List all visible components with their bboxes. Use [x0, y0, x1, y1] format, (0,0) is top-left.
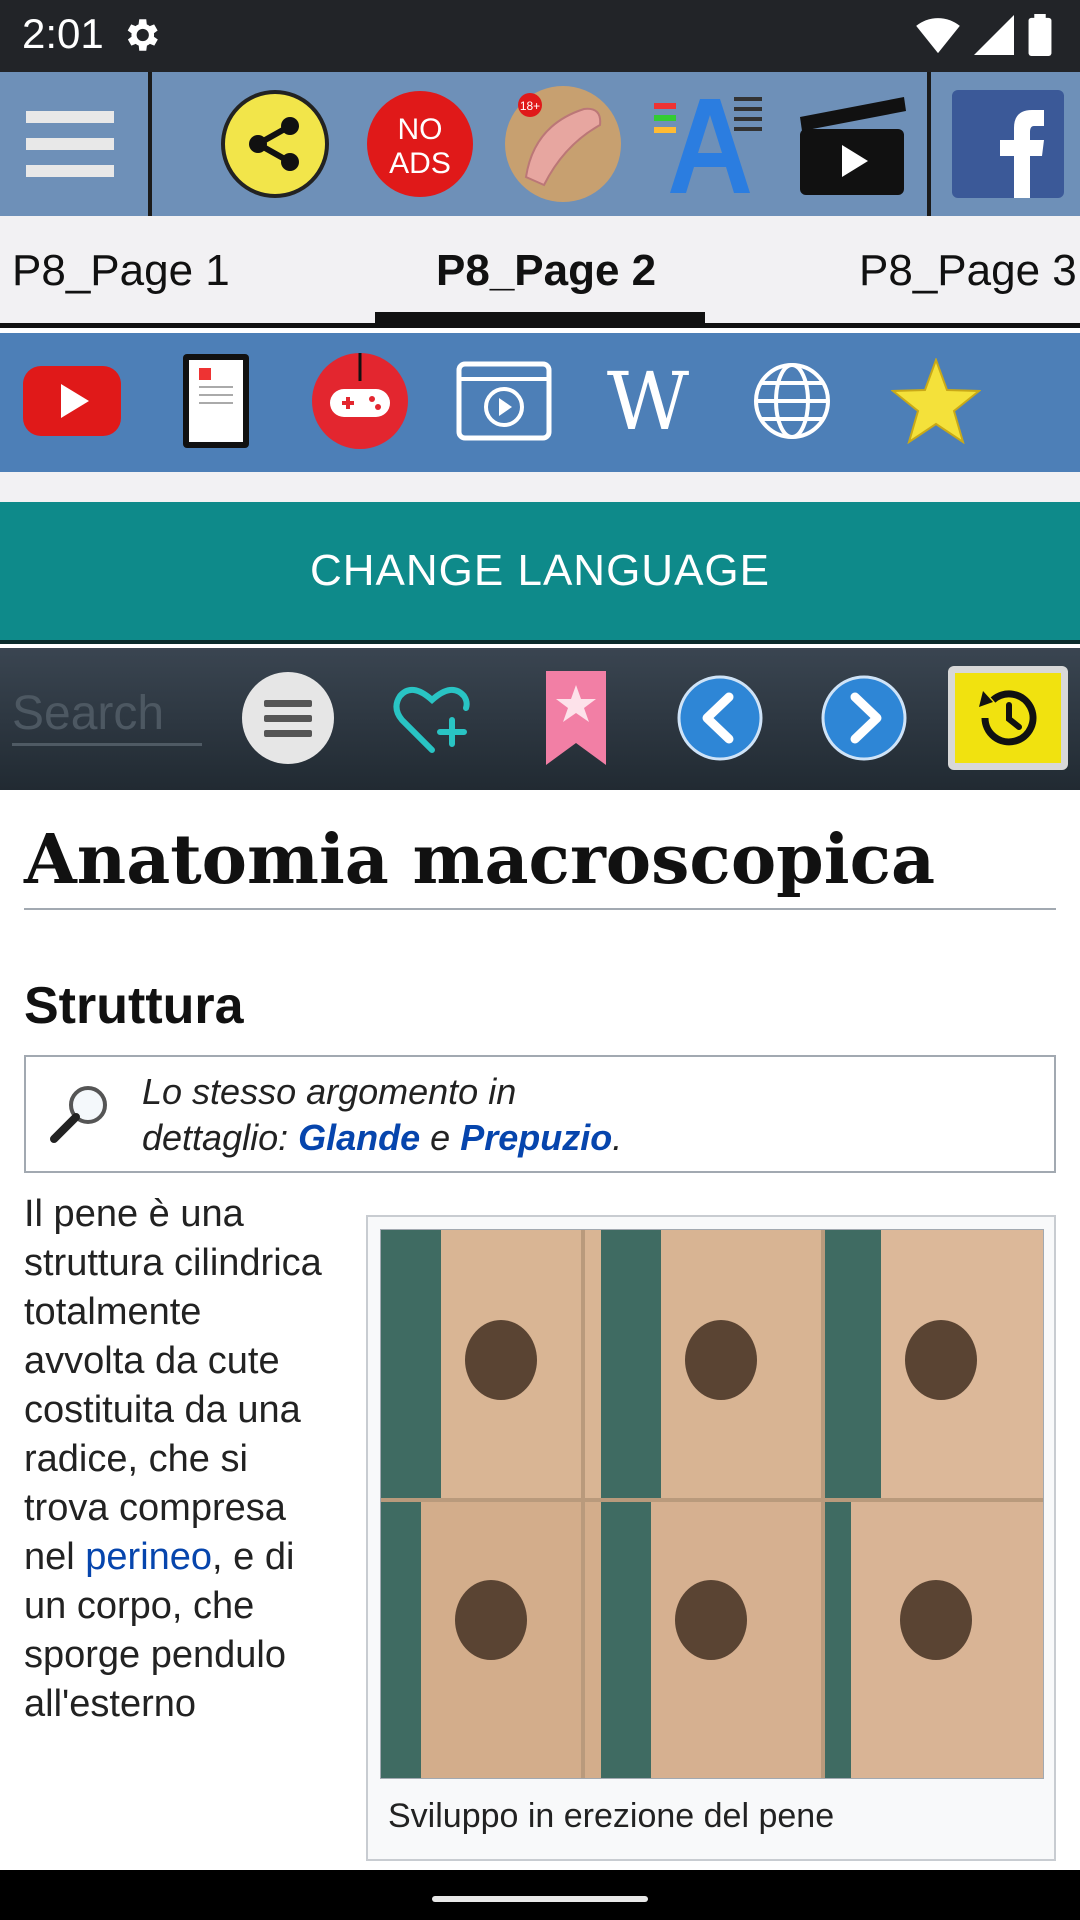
facebook-icon[interactable] [948, 84, 1068, 204]
search-toolbar [0, 648, 1080, 790]
youtube-icon[interactable] [22, 351, 122, 451]
wikipedia-icon[interactable]: W [598, 351, 698, 451]
svg-text:ADS: ADS [389, 147, 451, 180]
spacer [0, 472, 1080, 502]
top-toolbar: NO ADS 18+ [0, 72, 1080, 216]
note-text: Lo stesso argomento in dettaglio: Glande… [142, 1069, 662, 1161]
link-perineo[interactable]: perineo [85, 1536, 212, 1578]
wikipedia-label: W [606, 354, 690, 448]
article-content: Anatomia macroscopica Struttura Lo stess… [0, 790, 1080, 1870]
home-gesture-handle[interactable] [432, 1896, 648, 1902]
status-bar: 2:01 [0, 0, 1080, 72]
font-size-icon[interactable] [648, 84, 768, 204]
figure-image[interactable] [380, 1229, 1044, 1779]
active-tab-indicator [375, 312, 705, 324]
toolbar-divider [927, 72, 931, 216]
anatomy-icon[interactable]: 18+ [503, 84, 623, 204]
link-glande[interactable]: Glande [298, 1117, 420, 1158]
heart-add-icon[interactable] [382, 668, 482, 768]
figure-caption: Sviluppo in erezione del pene [388, 1797, 835, 1835]
article-paragraph: Il pene è una struttura cilindrica total… [24, 1190, 324, 1729]
wifi-icon [916, 15, 960, 60]
share-icon[interactable] [215, 84, 335, 204]
figure: Sviluppo in erezione del pene [366, 1215, 1056, 1861]
navigation-bar [0, 1870, 1080, 1920]
history-icon[interactable] [948, 666, 1068, 770]
tab-page-3[interactable]: P8_Page 3 [859, 246, 1077, 296]
ebook-icon[interactable] [166, 351, 266, 451]
paragraph-text-start: Il pene è una struttura cilindrica total… [24, 1193, 322, 1578]
no-ads-icon[interactable]: NO ADS [360, 84, 480, 204]
note-conjunction: e [420, 1117, 461, 1158]
star-icon[interactable] [886, 351, 986, 451]
section-title: Struttura [24, 977, 244, 1035]
list-icon[interactable] [238, 668, 338, 768]
svg-text:NO: NO [398, 113, 443, 146]
video-player-icon[interactable] [454, 351, 554, 451]
svg-text:18+: 18+ [520, 99, 540, 113]
search-input[interactable] [12, 684, 202, 746]
change-language-button[interactable]: CHANGE LANGUAGE [0, 502, 1080, 644]
magnifier-icon [48, 1081, 112, 1150]
bookmark-icon[interactable] [526, 668, 626, 768]
page-tabs: P8_Page 1 P8_Page 2 P8_Page 3 [0, 216, 1080, 328]
globe-icon[interactable] [742, 351, 842, 451]
link-prepuzio[interactable]: Prepuzio [460, 1117, 612, 1158]
tab-page-2[interactable]: P8_Page 2 [436, 246, 656, 296]
menu-icon[interactable] [10, 84, 130, 204]
back-icon[interactable] [670, 668, 770, 768]
note-suffix: . [612, 1117, 623, 1158]
video-icon[interactable] [792, 84, 912, 204]
toolbar-divider [148, 72, 152, 216]
secondary-toolbar: W [0, 333, 1080, 472]
status-time: 2:01 [22, 10, 104, 57]
forward-icon[interactable] [814, 668, 914, 768]
gamepad-icon[interactable] [310, 351, 410, 451]
tab-page-1[interactable]: P8_Page 1 [12, 246, 230, 296]
battery-icon [1028, 14, 1052, 61]
see-also-note: Lo stesso argomento in dettaglio: Glande… [24, 1055, 1056, 1173]
gear-icon [120, 14, 162, 61]
signal-icon [974, 15, 1014, 60]
page-title: Anatomia macroscopica [24, 820, 1056, 910]
